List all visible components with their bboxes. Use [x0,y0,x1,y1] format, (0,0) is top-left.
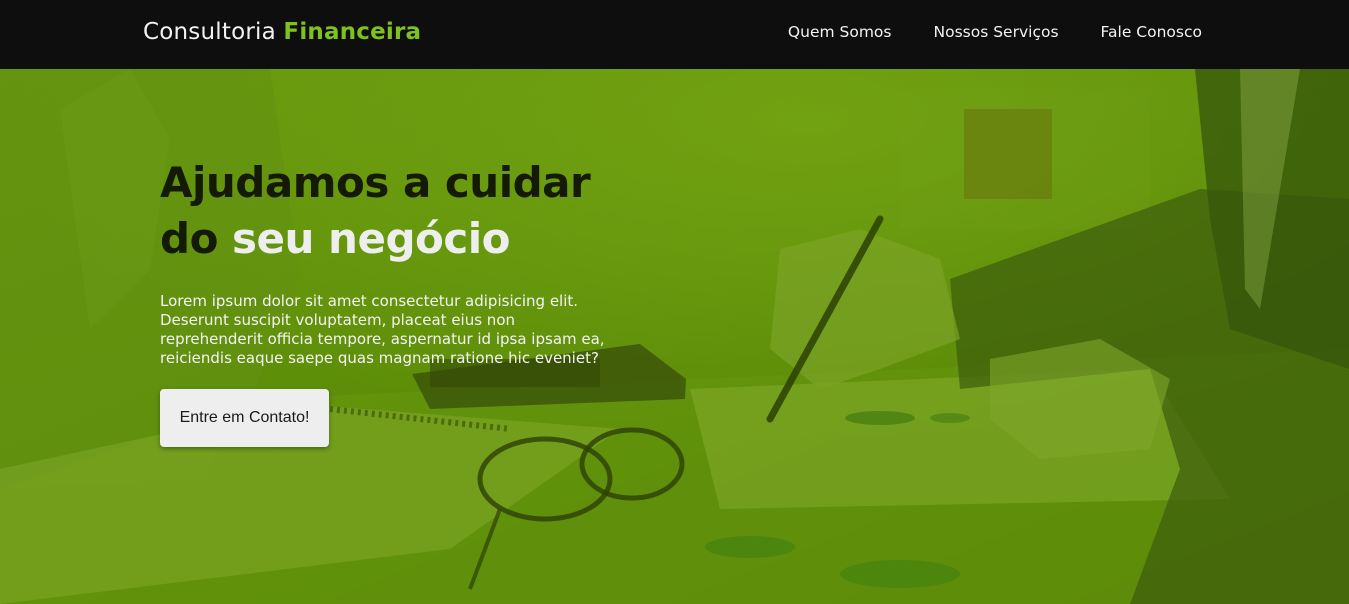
navbar: Consultoria Financeira Quem Somos Nossos… [0,0,1349,69]
brand-accent: Financeira [283,19,422,45]
headline-line-1: Ajudamos a cuidar [160,158,591,207]
contact-button[interactable]: Entre em Contato! [160,389,329,447]
brand-logo[interactable]: Consultoria Financeira [143,19,421,45]
hero-content: Ajudamos a cuidar do seu negócio Lorem i… [160,155,620,447]
main-nav: Quem Somos Nossos Serviços Fale Conosco [788,23,1202,41]
hero-description: Lorem ipsum dolor sit amet consectetur a… [160,292,605,367]
headline-line-2-prefix: do [160,214,218,263]
hero-headline: Ajudamos a cuidar do seu negócio [160,155,620,267]
brand-prefix: Consultoria [143,19,276,45]
nav-link-fale-conosco[interactable]: Fale Conosco [1101,23,1202,41]
hero-section: Ajudamos a cuidar do seu negócio Lorem i… [0,69,1349,604]
nav-link-quem-somos[interactable]: Quem Somos [788,23,892,41]
nav-link-nossos-servicos[interactable]: Nossos Serviços [934,23,1059,41]
headline-highlight: seu negócio [232,214,511,263]
